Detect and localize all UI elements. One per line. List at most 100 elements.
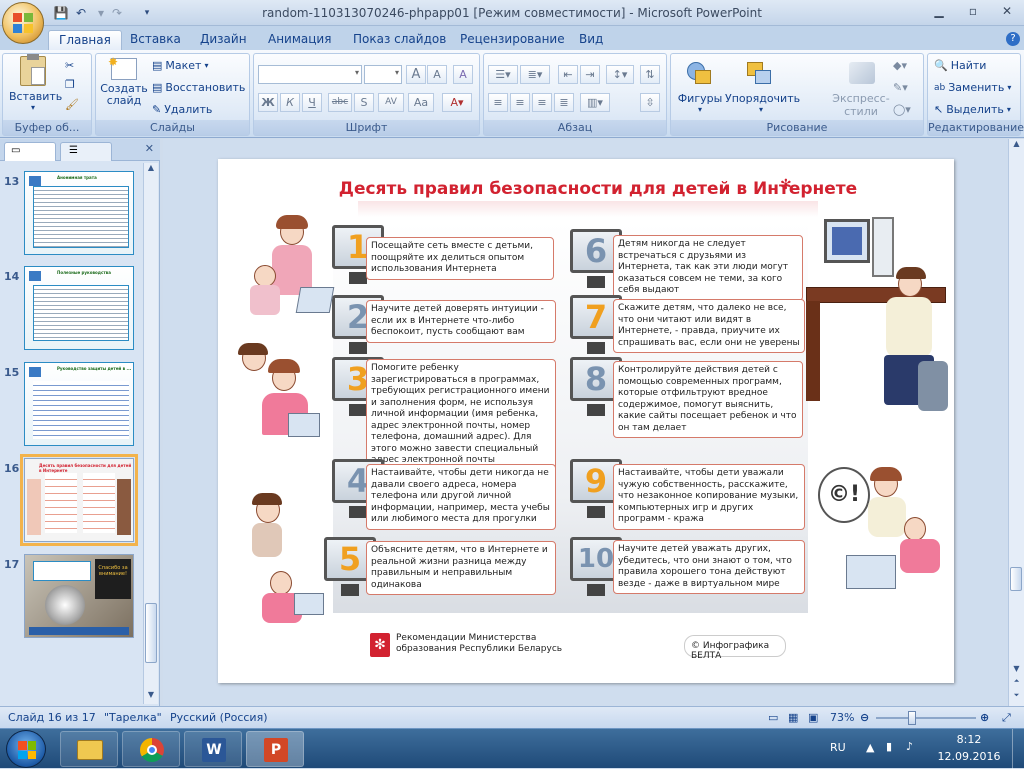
- rule-1-text[interactable]: Посещайте сеть вместе с детьми, поощряйт…: [366, 237, 554, 280]
- zoom-slider[interactable]: [876, 717, 976, 719]
- shape-fill-icon[interactable]: ◆▾: [893, 59, 907, 72]
- taskbar-explorer[interactable]: [60, 731, 118, 767]
- slide-thumbnail-13[interactable]: Анонимная трата: [24, 171, 134, 255]
- tab-slideshow[interactable]: Показ слайдов: [343, 30, 456, 50]
- slides-panel-scrollbar[interactable]: ▲ ▼: [143, 163, 158, 704]
- tab-design[interactable]: Дизайн: [190, 30, 257, 50]
- bold-button[interactable]: Ж: [258, 93, 278, 112]
- font-family-select[interactable]: ▾: [258, 65, 362, 84]
- align-right-icon[interactable]: ≡: [532, 93, 552, 112]
- rule-8-text[interactable]: Контролируйте действия детей с помощью с…: [613, 361, 803, 438]
- zoom-in-icon[interactable]: ⊕: [980, 711, 989, 724]
- tab-animation[interactable]: Анимация: [258, 30, 341, 50]
- rule-10-text[interactable]: Научите детей уважать других, убедитесь,…: [613, 540, 805, 594]
- taskbar-word[interactable]: W: [184, 731, 242, 767]
- close-icon[interactable]: ✕: [994, 2, 1020, 20]
- font-size-select[interactable]: ▾: [364, 65, 402, 84]
- fit-slide-icon[interactable]: ⤢: [1002, 711, 1011, 725]
- slide-thumbnail-16[interactable]: Десять правил безопасности для детей в И…: [20, 454, 138, 546]
- close-panel-icon[interactable]: ✕: [145, 142, 154, 155]
- rule-2-text[interactable]: Научите детей доверять интуиции - если и…: [366, 300, 556, 343]
- scroll-up-icon[interactable]: ▲: [144, 163, 158, 177]
- shapes-button[interactable]: Фигуры ▾: [677, 58, 723, 114]
- zoom-out-icon[interactable]: ⊖: [860, 711, 869, 724]
- rule-7-text[interactable]: Скажите детям, что далеко не все, что он…: [613, 299, 805, 353]
- zoom-level[interactable]: 73%: [830, 711, 854, 724]
- replace-button[interactable]: ab Заменить ▾: [934, 81, 1011, 94]
- theme-name[interactable]: "Тарелка": [104, 711, 162, 724]
- previous-slide-icon[interactable]: ⏶: [1009, 677, 1024, 689]
- numbering-icon[interactable]: ≣▾: [520, 65, 550, 84]
- tab-outline[interactable]: ☰: [60, 142, 112, 161]
- text-direction-icon[interactable]: ⇅: [640, 65, 660, 84]
- tab-review[interactable]: Рецензирование: [450, 30, 575, 50]
- tab-insert[interactable]: Вставка: [120, 30, 191, 50]
- clock-date[interactable]: 12.09.2016: [936, 750, 1002, 763]
- columns-icon[interactable]: ▥▾: [580, 93, 610, 112]
- slideshow-icon[interactable]: ▣: [808, 711, 818, 724]
- underline-button[interactable]: Ч: [302, 93, 322, 112]
- rule-3-text[interactable]: Помогите ребенку зарегистрироваться в пр…: [366, 359, 556, 471]
- font-color-button[interactable]: A▾: [442, 93, 472, 112]
- slide-thumbnail-14[interactable]: Полезные руководства: [24, 266, 134, 350]
- rule-5-text[interactable]: Объясните детям, что в Интернете и реаль…: [366, 541, 556, 595]
- grow-font-button[interactable]: A: [406, 65, 426, 84]
- increase-indent-icon[interactable]: ⇥: [580, 65, 600, 84]
- shape-outline-icon[interactable]: ✎▾: [893, 81, 908, 94]
- change-case-button[interactable]: Aa: [408, 93, 434, 112]
- slide-sorter-icon[interactable]: ▦: [788, 711, 798, 724]
- find-button[interactable]: 🔍 Найти: [934, 59, 986, 72]
- minimize-icon[interactable]: ▁: [926, 2, 952, 20]
- reset-button[interactable]: ▤ Восстановить: [152, 81, 245, 94]
- delete-slide-button[interactable]: ✎ Удалить: [152, 103, 212, 116]
- copy-icon[interactable]: ❐: [65, 78, 75, 91]
- select-button[interactable]: ↖ Выделить ▾: [934, 103, 1011, 116]
- scroll-up-icon[interactable]: ▲: [1009, 139, 1024, 153]
- scroll-thumb[interactable]: [1010, 567, 1022, 591]
- rule-9-text[interactable]: Настаивайте, чтобы дети уважали чужую со…: [613, 464, 805, 530]
- bullets-icon[interactable]: ☰▾: [488, 65, 518, 84]
- scroll-down-icon[interactable]: ▼: [1009, 664, 1024, 676]
- volume-icon[interactable]: ♪: [906, 740, 913, 753]
- italic-button[interactable]: К: [280, 93, 300, 112]
- normal-view-icon[interactable]: ▭: [768, 711, 778, 724]
- align-text-icon[interactable]: ⇳: [640, 93, 660, 112]
- format-painter-icon[interactable]: 🖌: [65, 98, 79, 111]
- slide-thumbnail-17[interactable]: Спасибо за внимание!: [24, 554, 134, 638]
- help-icon[interactable]: ?: [1006, 32, 1020, 46]
- start-button[interactable]: [6, 730, 46, 768]
- scroll-down-icon[interactable]: ▼: [144, 690, 158, 704]
- maximize-icon[interactable]: ▫: [960, 2, 986, 20]
- scroll-thumb[interactable]: [145, 603, 157, 663]
- shrink-font-button[interactable]: A: [427, 65, 447, 84]
- tab-view[interactable]: Вид: [569, 30, 613, 50]
- tab-slides[interactable]: ▭: [4, 142, 56, 161]
- language-indicator[interactable]: RU: [830, 741, 846, 754]
- line-spacing-icon[interactable]: ↕▾: [606, 65, 634, 84]
- slide-scrollbar[interactable]: ▲ ▼ ⏶ ⏷: [1008, 139, 1024, 706]
- justify-icon[interactable]: ≣: [554, 93, 574, 112]
- rule-6-text[interactable]: Детям никогда не следует встречаться с д…: [613, 235, 803, 301]
- decrease-indent-icon[interactable]: ⇤: [558, 65, 578, 84]
- taskbar-powerpoint[interactable]: P: [246, 731, 304, 767]
- new-slide-button[interactable]: ✸ Создать слайд: [100, 55, 148, 107]
- layout-button[interactable]: ▤ Макет ▾: [152, 59, 208, 72]
- taskbar-chrome[interactable]: [122, 731, 180, 767]
- rule-4-text[interactable]: Настаивайте, чтобы дети никогда не давал…: [366, 464, 556, 530]
- slide-16[interactable]: Десять правил безопасности для детей в И…: [218, 159, 954, 683]
- shadow-button[interactable]: S: [354, 93, 374, 112]
- strikethrough-button[interactable]: abc: [328, 93, 352, 112]
- show-desktop-button[interactable]: [1012, 729, 1024, 769]
- paste-button[interactable]: Вставить ▾: [9, 54, 62, 112]
- zoom-slider-thumb[interactable]: [908, 711, 916, 725]
- cut-icon[interactable]: ✂: [65, 59, 74, 72]
- char-spacing-button[interactable]: AV: [378, 93, 404, 112]
- slide-thumbnail-15[interactable]: Руководство защиты детей в ...: [24, 362, 134, 446]
- clock-time[interactable]: 8:12: [944, 733, 994, 746]
- clear-format-button[interactable]: A: [453, 65, 473, 84]
- network-icon[interactable]: ▮: [886, 740, 892, 753]
- align-left-icon[interactable]: ≡: [488, 93, 508, 112]
- office-button[interactable]: [2, 2, 44, 44]
- align-center-icon[interactable]: ≡: [510, 93, 530, 112]
- arrange-button[interactable]: Упорядочить ▾: [725, 58, 800, 114]
